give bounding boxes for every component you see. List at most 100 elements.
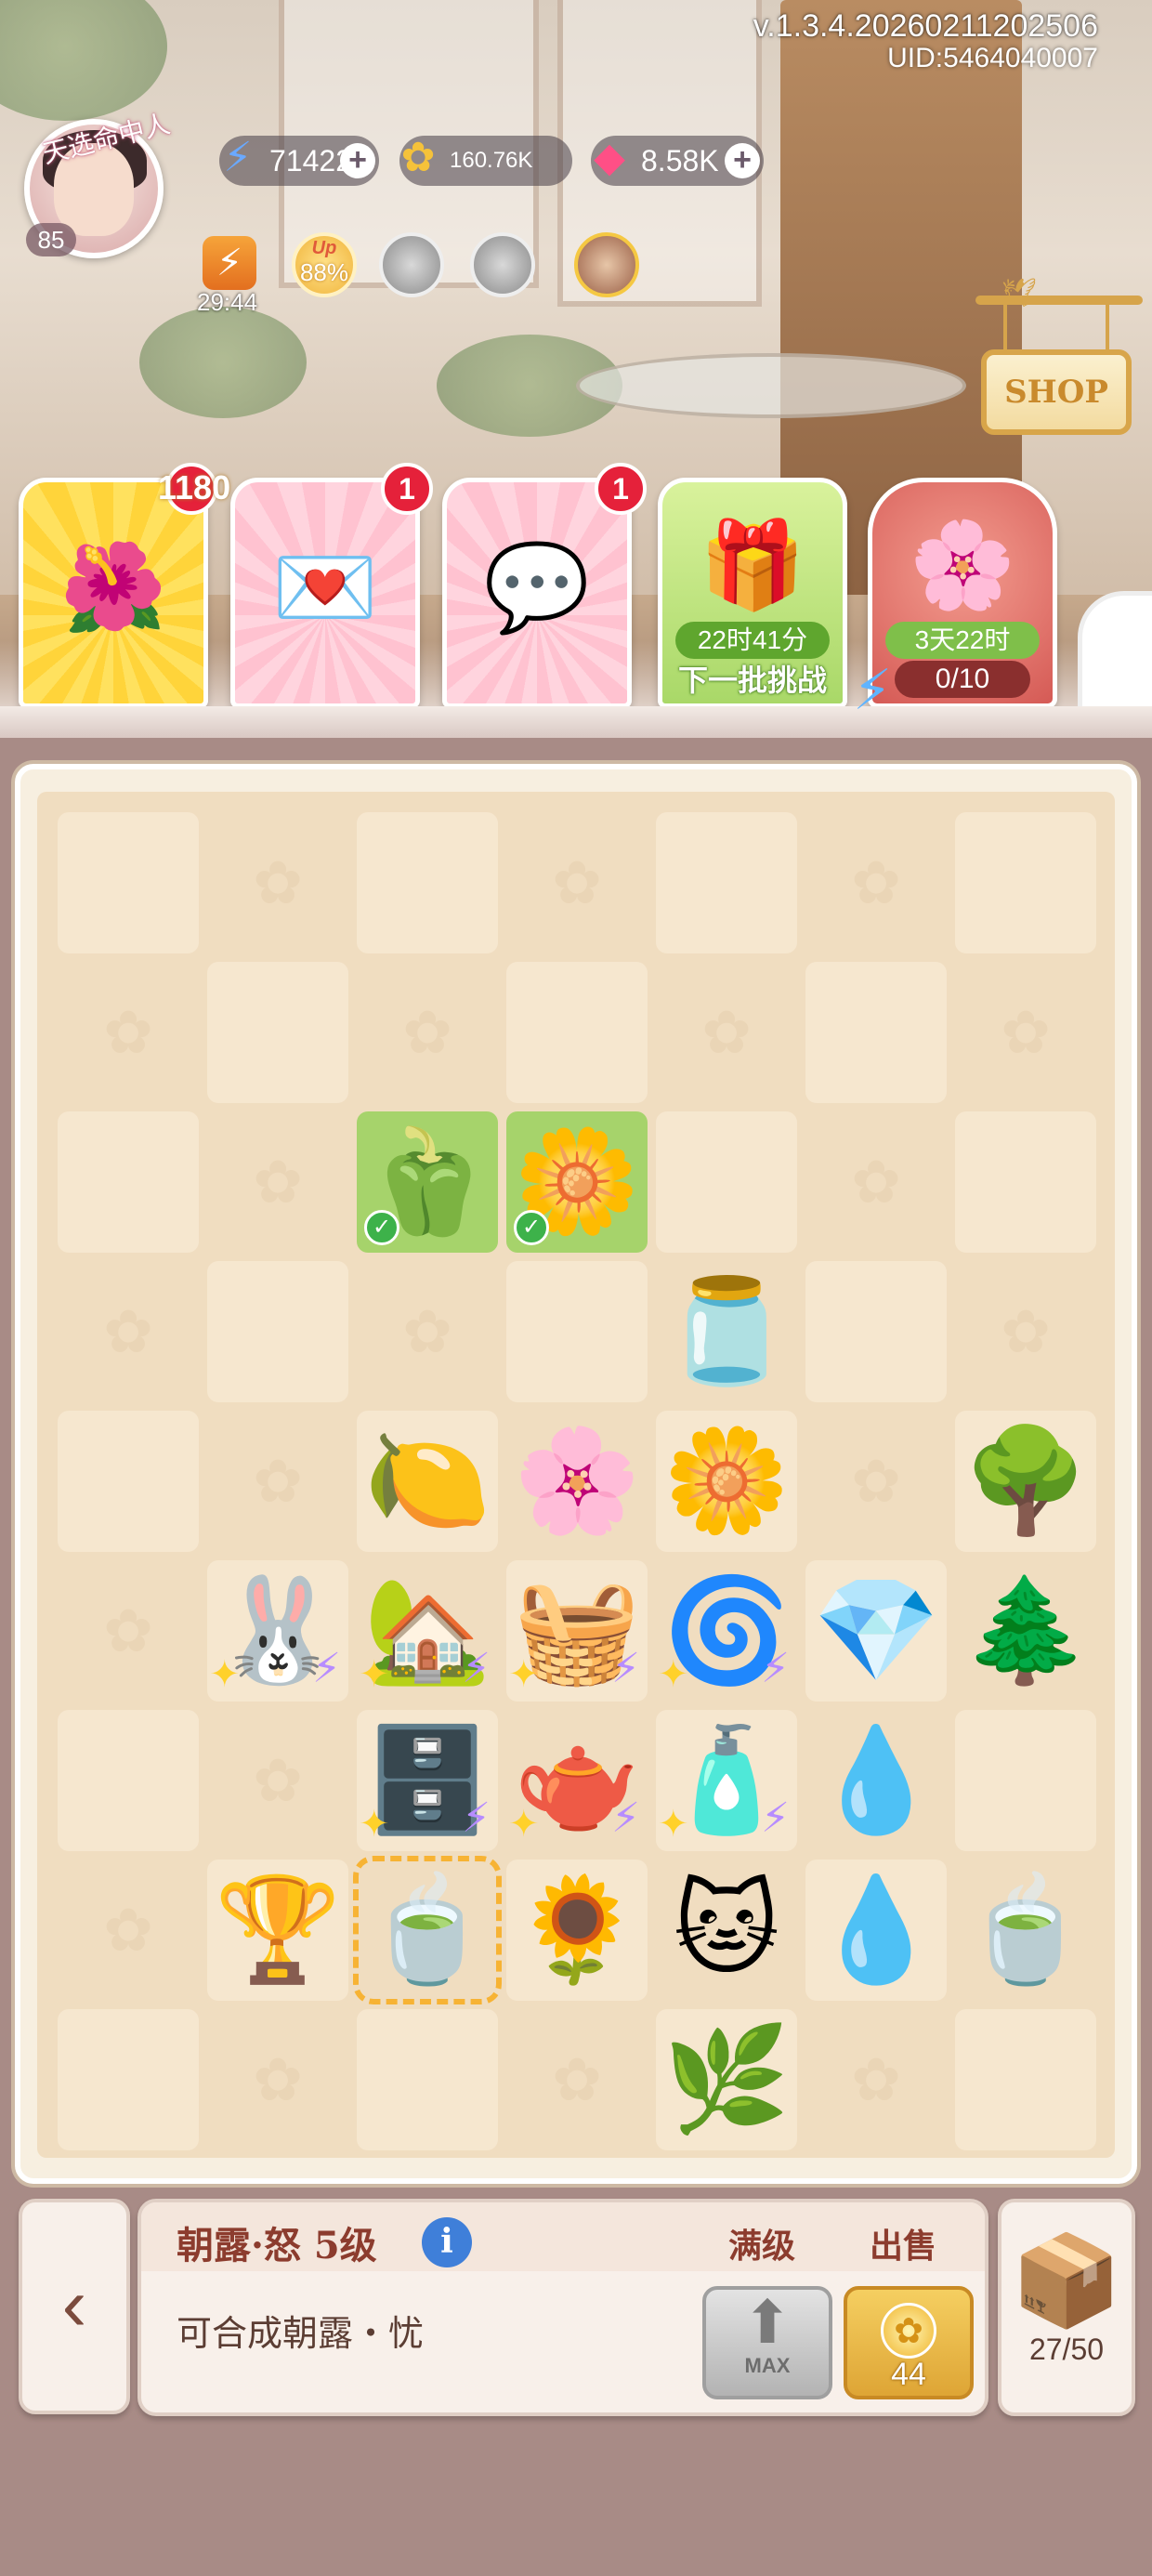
board-cell[interactable]: ✿ xyxy=(58,1860,199,2001)
board-cell[interactable] xyxy=(955,2009,1096,2150)
board-cell[interactable]: ✿ xyxy=(656,962,797,1103)
board-cell[interactable]: ✿ xyxy=(58,962,199,1103)
board-cell[interactable]: 🏆 xyxy=(207,1860,348,2001)
board-cell[interactable] xyxy=(357,2009,498,2150)
sparkle-icon: ✦ xyxy=(508,1804,540,1845)
board-cell[interactable]: ✿ xyxy=(207,1411,348,1552)
add-energy-button[interactable]: + xyxy=(340,143,375,178)
board-cell[interactable]: ✿ xyxy=(58,1261,199,1402)
board-cell[interactable] xyxy=(58,1710,199,1851)
board-cell[interactable]: 🧺 ⚡ ✦ xyxy=(506,1560,648,1702)
board-cell[interactable] xyxy=(955,1710,1096,1851)
golden-cup-tile-item[interactable]: 🏆 xyxy=(215,1879,342,1981)
card-letter[interactable]: 💌 xyxy=(230,478,420,708)
character-buff-2[interactable] xyxy=(470,232,535,297)
board-cell[interactable]: 🫑 ✓ xyxy=(357,1111,498,1253)
board-cell[interactable]: ✿ xyxy=(506,2009,648,2150)
board-cell[interactable]: 🏡 ⚡ ✦ xyxy=(357,1560,498,1702)
board-cell[interactable]: 🫖 ⚡ ✦ xyxy=(506,1710,648,1851)
board-cell[interactable]: 🌀 ⚡ ✦ xyxy=(656,1560,797,1702)
card-gift[interactable]: 🎁 22时41分 下一批挑战 xyxy=(658,478,847,708)
board-cell[interactable] xyxy=(955,1111,1096,1253)
board-cell[interactable]: ✿ xyxy=(506,812,648,953)
board-cell[interactable]: ✿ xyxy=(955,962,1096,1103)
board-cell[interactable]: ✿ xyxy=(955,1261,1096,1402)
coin-resource[interactable]: ✿ 160.76K xyxy=(399,135,572,186)
board-cell[interactable]: ✿ xyxy=(805,812,947,953)
energy-resource[interactable]: ⚡ 71422 + xyxy=(219,135,379,186)
board-cell[interactable] xyxy=(805,1261,947,1402)
sell-button[interactable]: ✿ 44 xyxy=(844,2286,974,2399)
board-cell[interactable] xyxy=(58,2009,199,2150)
up-rate-buff[interactable]: Up 88% xyxy=(292,232,357,297)
board-cell[interactable]: 🌳 xyxy=(955,1411,1096,1552)
board-cell[interactable]: 🍋 xyxy=(357,1411,498,1552)
max-level-button[interactable]: ⬆ MAX xyxy=(702,2286,832,2399)
board-cell[interactable]: 💎 xyxy=(805,1560,947,1702)
board-cell[interactable]: ✿ xyxy=(58,1560,199,1702)
lily-item[interactable]: 🌸 xyxy=(514,1430,641,1532)
board-cell[interactable] xyxy=(955,812,1096,953)
info-icon[interactable]: i xyxy=(422,2217,472,2267)
red-crystal-item[interactable]: 💎 xyxy=(813,1580,940,1682)
board-cell[interactable]: 🌻 xyxy=(506,1860,648,2001)
board-cell[interactable]: 🌸 xyxy=(506,1411,648,1552)
board-cell[interactable]: ✿ xyxy=(357,962,498,1103)
board-cell[interactable]: ✿ xyxy=(207,2009,348,2150)
board-cell[interactable] xyxy=(357,812,498,953)
red-tree-bell-jar-item[interactable]: 🌳 xyxy=(962,1430,1090,1532)
board-cell[interactable]: 🌼 xyxy=(656,1411,797,1552)
board-cell[interactable]: ✿ xyxy=(207,1111,348,1253)
board-cell[interactable]: ✿ xyxy=(357,1261,498,1402)
yellow-flower-frog-item[interactable]: 🌻 xyxy=(514,1879,641,1981)
board-cell[interactable] xyxy=(58,1411,199,1552)
energy-boost-icon[interactable]: ⚡ xyxy=(203,236,256,290)
cat-teacup-item[interactable]: 🍵 xyxy=(962,1879,1090,1981)
storage-box-button[interactable]: 📦 27/50 xyxy=(998,2199,1135,2416)
board-cell[interactable] xyxy=(656,812,797,953)
card-event[interactable]: 🌸 3天22时 0/10 xyxy=(868,478,1057,708)
next-card-peek[interactable] xyxy=(1078,591,1152,712)
board-cell[interactable]: ✿ xyxy=(805,1111,947,1253)
board-cell[interactable]: 🌼 ✓ xyxy=(506,1111,648,1253)
board-cell[interactable] xyxy=(656,1111,797,1253)
board-cell[interactable]: ✿ xyxy=(207,812,348,953)
board-cell[interactable]: 🐰 ⚡ ✦ xyxy=(207,1560,348,1702)
sad-water-drop-item[interactable]: 💧 xyxy=(813,1729,940,1832)
board-cell[interactable]: 🗄️ ⚡ ✦ xyxy=(357,1710,498,1851)
board-cell[interactable]: ✿ xyxy=(207,1710,348,1851)
magnolia-item[interactable]: 🌼 xyxy=(663,1430,791,1532)
blue-tree-bell-jar-item[interactable]: 🌲 xyxy=(962,1580,1090,1682)
board-cell[interactable]: 🍵 xyxy=(955,1860,1096,2001)
board-cell[interactable] xyxy=(506,962,648,1103)
lemon-item[interactable]: 🍋 xyxy=(364,1430,491,1532)
board-cell[interactable] xyxy=(506,1261,648,1402)
board-cell[interactable]: 🌲 xyxy=(955,1560,1096,1702)
board-cell[interactable]: 🌿 xyxy=(656,2009,797,2150)
board-cell[interactable] xyxy=(207,962,348,1103)
board-cell[interactable]: 💧 xyxy=(805,1710,947,1851)
board-cell[interactable]: ✿ xyxy=(805,1411,947,1552)
board-cell[interactable]: 🧴 ⚡ ✦ xyxy=(656,1710,797,1851)
cat-blue-teacup-item[interactable]: 🐱 xyxy=(674,1879,780,1981)
card-chat[interactable]: 💬 xyxy=(442,478,632,708)
board-cell[interactable] xyxy=(805,962,947,1103)
lightning-icon: ⚡ xyxy=(761,1646,790,1691)
shop-button[interactable]: SHOP xyxy=(981,349,1132,435)
board-cell[interactable]: 🍵 xyxy=(353,1856,502,2004)
character-buff-1[interactable] xyxy=(379,232,444,297)
board-cell[interactable] xyxy=(207,1261,348,1402)
board-cell[interactable]: 🫙 xyxy=(656,1261,797,1402)
board-cell[interactable]: ✿ xyxy=(805,2009,947,2150)
board-cell[interactable] xyxy=(58,1111,199,1253)
gem-resource[interactable]: ◆ 8.58K + xyxy=(591,135,764,186)
character-buff-3[interactable] xyxy=(574,232,639,297)
leaf-bell-jar-item[interactable]: 🌿 xyxy=(663,2029,791,2131)
add-gem-button[interactable]: + xyxy=(725,143,760,178)
board-cell[interactable] xyxy=(58,812,199,953)
angry-green-drop-item[interactable]: 💧 xyxy=(813,1879,940,1981)
collapse-button[interactable]: ‹ xyxy=(19,2199,130,2414)
vine-bell-jar-item[interactable]: 🫙 xyxy=(663,1281,791,1383)
board-cell[interactable]: 💧 xyxy=(805,1860,947,2001)
board-cell[interactable]: 🐱 xyxy=(656,1860,797,2001)
